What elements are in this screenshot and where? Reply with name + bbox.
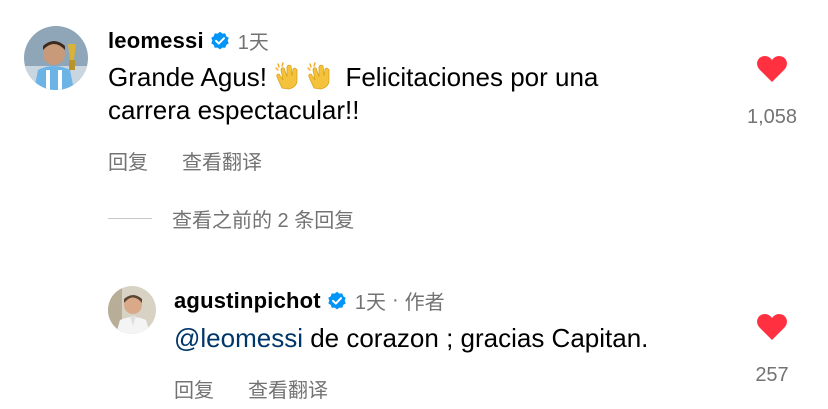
avatar[interactable] xyxy=(24,26,88,90)
username[interactable]: leomessi xyxy=(108,28,204,54)
see-translation-button[interactable]: 查看翻译 xyxy=(182,146,262,175)
reply-button[interactable]: 回复 xyxy=(174,374,214,403)
avatar[interactable] xyxy=(108,286,156,334)
comment-text: Grande Agus! Felicitaciones por una carr… xyxy=(108,61,728,127)
comment-text-part: Grande Agus! xyxy=(108,62,267,92)
verified-badge-icon xyxy=(327,291,347,311)
like-count: 257 xyxy=(755,364,789,386)
timestamp: 1天 xyxy=(354,292,386,314)
author-badge: 作者 xyxy=(404,292,445,314)
reply-button[interactable]: 回复 xyxy=(108,146,148,175)
comment-text-part: de corazon ; gracias Capitan. xyxy=(302,323,649,353)
separator-dot: · xyxy=(391,289,399,311)
clapping-hands-emoji-icon xyxy=(274,62,304,90)
view-previous-replies[interactable]: 查看之前的 2 条回复 xyxy=(108,204,354,233)
comment-text-part: Felicitaciones por una xyxy=(345,62,599,92)
comment-text: @leomessi de corazon ; gracias Capitan. xyxy=(174,322,734,355)
heart-icon[interactable] xyxy=(756,55,788,88)
see-translation-button[interactable]: 查看翻译 xyxy=(248,374,328,403)
like-count: 1,058 xyxy=(746,106,798,128)
timestamp: 1天 xyxy=(237,32,269,54)
username[interactable]: agustinpichot xyxy=(174,288,321,314)
mention-link[interactable]: @leomessi xyxy=(174,323,303,353)
verified-badge-icon xyxy=(210,31,230,51)
comment-text-part: carrera espectacular!! xyxy=(108,95,360,125)
view-previous-replies-label[interactable]: 查看之前的 2 条回复 xyxy=(172,204,354,233)
divider xyxy=(108,218,152,219)
heart-icon[interactable] xyxy=(756,313,788,346)
clapping-hands-emoji-icon xyxy=(306,62,336,90)
